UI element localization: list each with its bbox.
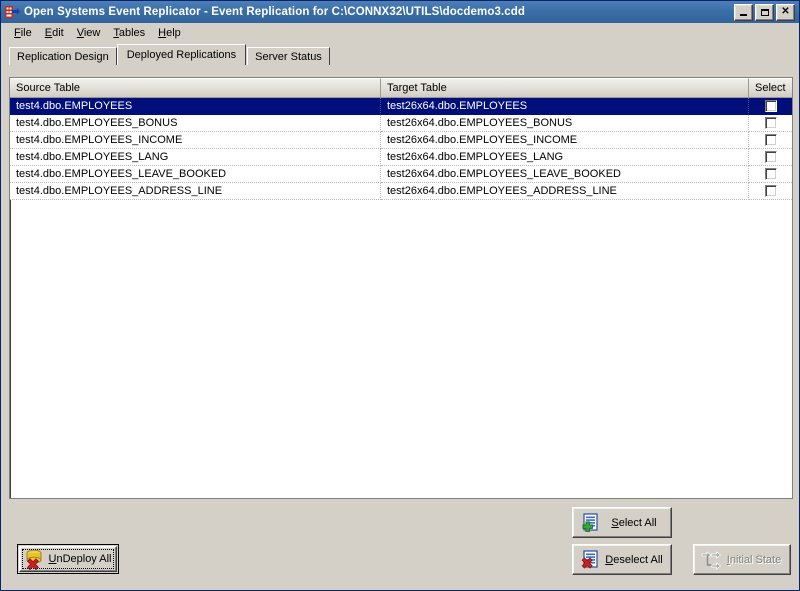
deselect-all-button[interactable]: Deselect All: [572, 544, 672, 575]
select-checkbox[interactable]: [765, 151, 777, 163]
application-window: Open Systems Event Replicator - Event Re…: [0, 0, 800, 591]
minimize-icon: [740, 14, 747, 16]
close-icon: ✕: [781, 7, 789, 17]
initial-state-button[interactable]: Initial State: [693, 544, 791, 575]
select-checkbox[interactable]: [765, 100, 777, 112]
title-bar: Open Systems Event Replicator - Event Re…: [1, 1, 799, 23]
select-checkbox[interactable]: [765, 117, 777, 129]
window-controls: ✕: [734, 4, 795, 21]
maximize-button[interactable]: [755, 4, 774, 21]
undeploy-all-label: UnDeploy All: [48, 553, 112, 565]
select-checkbox[interactable]: [765, 185, 777, 197]
tab-label: Server Status: [255, 51, 322, 63]
menu-item-view[interactable]: View: [71, 25, 108, 41]
column-header-select[interactable]: Select: [749, 78, 792, 98]
cell-select[interactable]: [749, 115, 792, 132]
initial-state-label: Initial State: [724, 554, 784, 566]
menu-item-help[interactable]: Help: [152, 25, 188, 41]
deselect-all-label: Deselect All: [603, 554, 665, 566]
grid-body: test4.dbo.EMPLOYEEStest26x64.dbo.EMPLOYE…: [10, 98, 792, 200]
cell-source-table: test4.dbo.EMPLOYEES_INCOME: [10, 132, 381, 149]
tab-deployed-replications[interactable]: Deployed Replications: [117, 44, 246, 65]
table-row[interactable]: test4.dbo.EMPLOYEES_BONUStest26x64.dbo.E…: [10, 115, 792, 132]
cell-target-table: test26x64.dbo.EMPLOYEES_BONUS: [381, 115, 749, 132]
table-row[interactable]: test4.dbo.EMPLOYEEStest26x64.dbo.EMPLOYE…: [10, 98, 792, 115]
cell-source-table: test4.dbo.EMPLOYEES: [10, 98, 381, 115]
cell-source-table: test4.dbo.EMPLOYEES_ADDRESS_LINE: [10, 183, 381, 200]
cell-target-table: test26x64.dbo.EMPLOYEES_ADDRESS_LINE: [381, 183, 749, 200]
tab-server-status[interactable]: Server Status: [247, 47, 330, 65]
replications-grid[interactable]: Source Table Target Table Select test4.d…: [9, 77, 793, 499]
close-button[interactable]: ✕: [776, 4, 795, 21]
cell-source-table: test4.dbo.EMPLOYEES_LEAVE_BOOKED: [10, 166, 381, 183]
table-row[interactable]: test4.dbo.EMPLOYEES_ADDRESS_LINEtest26x6…: [10, 183, 792, 200]
cell-source-table: test4.dbo.EMPLOYEES_LANG: [10, 149, 381, 166]
cell-target-table: test26x64.dbo.EMPLOYEES_LANG: [381, 149, 749, 166]
cell-select[interactable]: [749, 98, 792, 115]
menu-bar: File Edit View Tables Help: [1, 23, 799, 42]
select-all-button[interactable]: Select All: [572, 507, 672, 538]
tab-strip: Replication Design Deployed Replications…: [9, 44, 799, 65]
minimize-button[interactable]: [734, 4, 753, 21]
cell-select[interactable]: [749, 183, 792, 200]
column-header-source-table[interactable]: Source Table: [10, 78, 381, 98]
cell-select[interactable]: [749, 166, 792, 183]
cell-target-table: test26x64.dbo.EMPLOYEES_INCOME: [381, 132, 749, 149]
select-all-label: Select All: [603, 517, 665, 529]
select-checkbox[interactable]: [765, 168, 777, 180]
table-row[interactable]: test4.dbo.EMPLOYEES_INCOMEtest26x64.dbo.…: [10, 132, 792, 149]
list-add-icon: [579, 512, 601, 534]
cell-select[interactable]: [749, 132, 792, 149]
select-checkbox[interactable]: [765, 134, 777, 146]
tab-label: Replication Design: [17, 51, 109, 63]
window-title: Open Systems Event Replicator - Event Re…: [24, 6, 734, 18]
list-remove-icon: [579, 549, 601, 571]
cell-source-table: test4.dbo.EMPLOYEES_BONUS: [10, 115, 381, 132]
menu-item-edit[interactable]: Edit: [39, 25, 71, 41]
app-replicator-icon: [4, 4, 20, 20]
tab-replication-design[interactable]: Replication Design: [9, 47, 117, 65]
menu-item-tables[interactable]: Tables: [107, 25, 152, 41]
undeploy-all-button[interactable]: UnDeploy All: [17, 544, 119, 574]
tab-label: Deployed Replications: [127, 49, 236, 61]
menu-item-file[interactable]: File: [8, 25, 39, 41]
table-row[interactable]: test4.dbo.EMPLOYEES_LANGtest26x64.dbo.EM…: [10, 149, 792, 166]
flow-arrows-icon: [700, 549, 722, 571]
grid-header-row: Source Table Target Table Select: [10, 78, 792, 98]
cell-target-table: test26x64.dbo.EMPLOYEES: [381, 98, 749, 115]
cell-target-table: test26x64.dbo.EMPLOYEES_LEAVE_BOOKED: [381, 166, 749, 183]
cell-select[interactable]: [749, 149, 792, 166]
database-delete-icon: [24, 548, 46, 570]
table-row[interactable]: test4.dbo.EMPLOYEES_LEAVE_BOOKEDtest26x6…: [10, 166, 792, 183]
maximize-icon: [761, 9, 769, 16]
column-header-target-table[interactable]: Target Table: [381, 78, 749, 98]
